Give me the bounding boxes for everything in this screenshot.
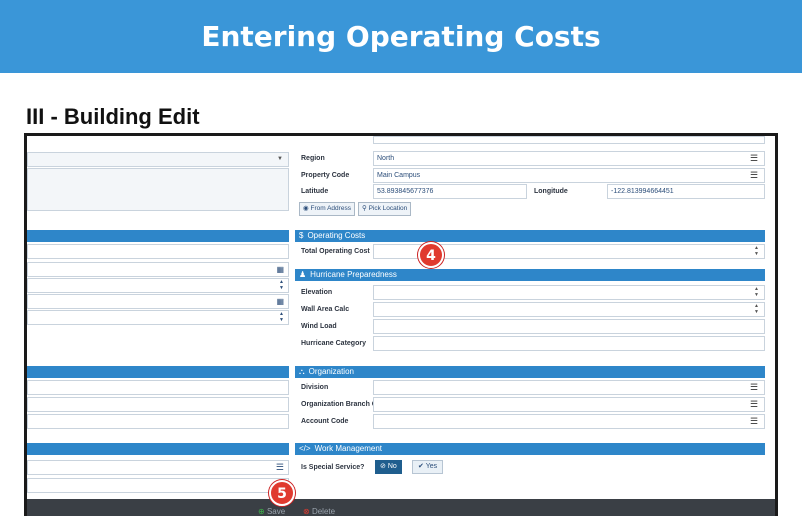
account-code-field[interactable] bbox=[373, 414, 765, 429]
callout-four-badge: 4 bbox=[418, 242, 444, 268]
list-icon[interactable]: ☰ bbox=[746, 415, 762, 428]
yes-toggle-button[interactable]: ✔ Yes bbox=[412, 460, 444, 474]
organization-branch-label: Organization Branch C bbox=[301, 401, 377, 408]
elevation-label: Elevation bbox=[301, 289, 333, 296]
spinner-icon[interactable]: ▲ ▼ bbox=[752, 303, 761, 316]
banner-title: Entering Operating Costs bbox=[201, 20, 601, 53]
delete-label: Delete bbox=[311, 507, 336, 516]
left-field-2[interactable]: ▦ bbox=[27, 262, 289, 277]
wall-area-calc-label: Wall Area Calc bbox=[301, 306, 350, 313]
left-field-7[interactable] bbox=[27, 397, 289, 412]
left-field-8[interactable] bbox=[27, 414, 289, 429]
yes-label: Yes bbox=[425, 463, 438, 470]
spinner-icon[interactable]: ▲ ▼ bbox=[752, 245, 761, 258]
no-label: No bbox=[387, 463, 397, 470]
left-section-bar-1 bbox=[27, 230, 289, 242]
longitude-label: Longitude bbox=[534, 188, 568, 195]
account-code-label: Account Code bbox=[301, 418, 349, 425]
left-field-10[interactable] bbox=[27, 478, 289, 493]
delete-button[interactable]: ⊗ Delete bbox=[303, 507, 335, 516]
left-select-field[interactable]: ▼ bbox=[27, 152, 289, 167]
page-heading: III - Building Edit bbox=[26, 104, 200, 129]
organization-header: ⛬ Organization bbox=[295, 366, 765, 378]
special-service-label: Is Special Service? bbox=[301, 464, 365, 471]
calendar-icon[interactable]: ▦ bbox=[276, 295, 284, 308]
dollar-icon: $ bbox=[299, 231, 304, 240]
wall-area-calc-field[interactable] bbox=[373, 302, 765, 317]
from-address-button[interactable]: ◉ From Address bbox=[299, 202, 355, 216]
map-pin-icon: ⚲ bbox=[362, 205, 369, 212]
left-field-5[interactable]: ▲ ▼ bbox=[27, 310, 289, 325]
callout-five-badge: 5 bbox=[269, 480, 295, 506]
calendar-icon[interactable]: ▦ bbox=[276, 263, 284, 276]
organization-branch-field[interactable] bbox=[373, 397, 765, 412]
sitemap-icon: ⛬ bbox=[299, 367, 305, 376]
action-footer bbox=[27, 499, 775, 516]
delete-icon: ⊗ bbox=[303, 507, 312, 516]
spinner-icon[interactable]: ▲ ▼ bbox=[279, 279, 284, 291]
division-label: Division bbox=[301, 384, 329, 391]
left-section-bar-2 bbox=[27, 366, 289, 378]
check-icon: ✔ bbox=[418, 463, 426, 470]
wind-load-label: Wind Load bbox=[301, 323, 337, 330]
work-management-title: Work Management bbox=[314, 444, 383, 453]
left-field-3[interactable]: ▲ ▼ bbox=[27, 278, 289, 293]
left-field-4[interactable]: ▦ bbox=[27, 294, 289, 309]
list-icon[interactable]: ☰ bbox=[746, 398, 762, 411]
hurricane-preparedness-header: ♟ Hurricane Preparedness bbox=[295, 269, 765, 281]
left-textarea[interactable] bbox=[27, 168, 289, 211]
left-section-bar-3 bbox=[27, 443, 289, 455]
operating-costs-title: Operating Costs bbox=[307, 231, 366, 240]
save-label: Save bbox=[266, 507, 286, 516]
latitude-field[interactable]: 53.893845677376 bbox=[373, 184, 527, 199]
property-code-field[interactable]: Main Campus bbox=[373, 168, 765, 183]
pick-location-label: Pick Location bbox=[368, 205, 408, 212]
hurricane-category-label: Hurricane Category bbox=[301, 340, 366, 347]
people-icon: ♟ bbox=[299, 270, 307, 279]
building-edit-form: ▼ ▦ ▲ ▼ ▦ ▲ ▼ ☰ Region North ☰ Property Co… bbox=[24, 133, 778, 516]
from-address-label: From Address bbox=[310, 205, 351, 212]
list-icon[interactable]: ☰ bbox=[746, 381, 762, 394]
left-field-9[interactable]: ☰ bbox=[27, 460, 289, 475]
list-icon[interactable]: ☰ bbox=[746, 169, 762, 182]
save-button[interactable]: ⊕ Save bbox=[258, 507, 285, 516]
total-operating-cost-label: Total Operating Cost bbox=[301, 248, 370, 255]
elevation-field[interactable] bbox=[373, 285, 765, 300]
longitude-field[interactable]: -122.813994664451 bbox=[607, 184, 765, 199]
left-field-6[interactable] bbox=[27, 380, 289, 395]
wind-load-field[interactable] bbox=[373, 319, 765, 334]
ban-icon: ⊘ bbox=[380, 463, 388, 470]
title-banner: Entering Operating Costs bbox=[0, 0, 802, 73]
spinner-icon[interactable]: ▲ ▼ bbox=[752, 286, 761, 299]
code-icon: </> bbox=[299, 444, 311, 453]
organization-title: Organization bbox=[308, 367, 354, 376]
region-field[interactable]: North bbox=[373, 151, 765, 166]
left-field-1[interactable] bbox=[27, 244, 289, 259]
division-field[interactable] bbox=[373, 380, 765, 395]
save-icon: ⊕ bbox=[258, 507, 267, 516]
list-icon[interactable]: ☰ bbox=[746, 152, 762, 165]
no-toggle-button[interactable]: ⊘ No bbox=[375, 460, 402, 474]
spinner-icon[interactable]: ▲ ▼ bbox=[279, 311, 284, 323]
property-code-label: Property Code bbox=[301, 172, 350, 179]
pick-location-button[interactable]: ⚲ Pick Location bbox=[358, 202, 412, 216]
hurricane-category-field[interactable] bbox=[373, 336, 765, 351]
hurricane-title: Hurricane Preparedness bbox=[310, 270, 397, 279]
region-label: Region bbox=[301, 155, 325, 162]
work-management-header: </> Work Management bbox=[295, 443, 765, 455]
chevron-down-icon: ▼ bbox=[277, 156, 283, 162]
zip-field-partial[interactable] bbox=[373, 136, 765, 144]
list-icon[interactable]: ☰ bbox=[276, 461, 284, 474]
operating-costs-header: $ Operating Costs bbox=[295, 230, 765, 242]
latitude-label: Latitude bbox=[301, 188, 329, 195]
